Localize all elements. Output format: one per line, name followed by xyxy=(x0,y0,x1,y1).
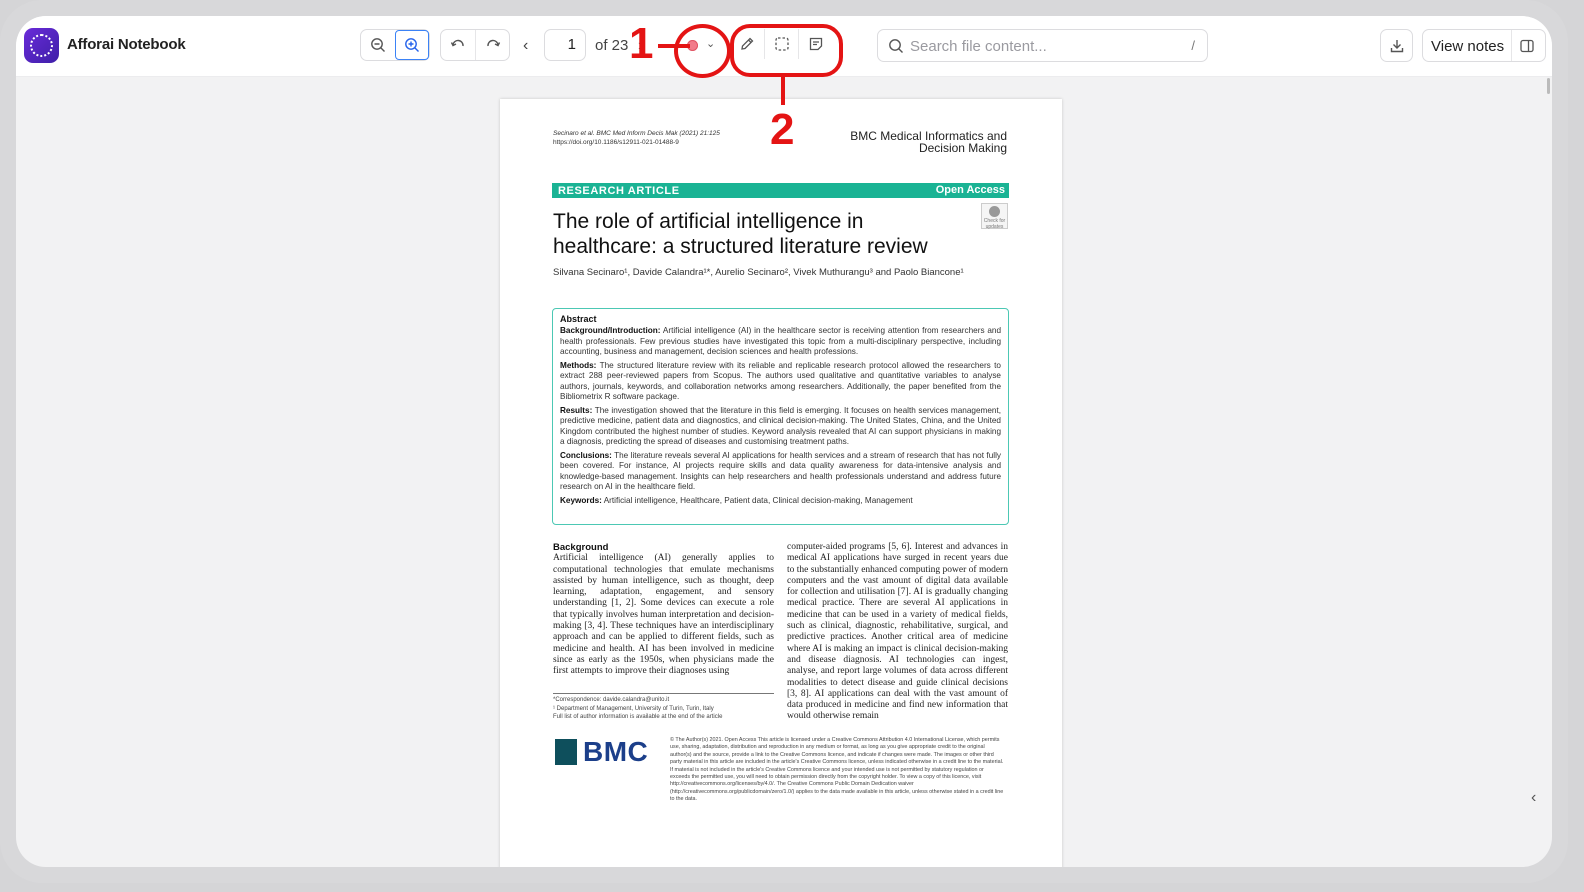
search-placeholder: Search file content... xyxy=(910,38,1047,55)
bmc-logo: BMC xyxy=(555,736,648,768)
check-updates-label: Check for updates xyxy=(983,218,1006,230)
check-updates-badge: Check for updates xyxy=(981,203,1008,230)
download-icon xyxy=(1390,39,1403,52)
paper-doi: https://doi.org/10.1186/s12911-021-01488… xyxy=(553,139,679,146)
abstract-box: Abstract Background/Introduction: Artifi… xyxy=(552,308,1009,525)
abstract-section: Conclusions: The literature reveals seve… xyxy=(560,451,1001,493)
annotation-box-2 xyxy=(730,24,843,77)
redo-icon xyxy=(486,39,500,47)
paper-journal: BMC Medical Informatics and Decision Mak… xyxy=(850,129,1007,155)
abstract-label: Keywords: xyxy=(560,495,602,505)
abstract-text: Artificial intelligence, Healthcare, Pat… xyxy=(603,495,913,505)
download-button[interactable] xyxy=(1380,29,1413,62)
abstract-label: Methods: xyxy=(560,360,597,370)
paper-authors: Silvana Secinaro¹, Davide Calandra¹*, Au… xyxy=(553,267,964,278)
view-notes-button[interactable]: View notes xyxy=(1422,29,1546,62)
annotation-circle-1 xyxy=(674,24,731,78)
annotation-line-1 xyxy=(658,44,690,48)
abstract-heading: Abstract xyxy=(560,314,597,324)
annotation-label-2: 2 xyxy=(770,105,795,154)
article-type-band: RESEARCH ARTICLE Open Access xyxy=(552,183,1009,198)
search-field[interactable]: Search file content... / xyxy=(877,29,1208,62)
device-frame: Afforai Notebook ‹ 1 of 23 › ⌄ Search fi… xyxy=(0,0,1568,883)
footnote: ¹ Department of Management, University o… xyxy=(553,705,714,712)
check-updates-icon xyxy=(989,206,1000,217)
zoom-controls xyxy=(360,29,430,61)
footnote: Full list of author information is avail… xyxy=(553,714,723,721)
app-window: Afforai Notebook ‹ 1 of 23 › ⌄ Search fi… xyxy=(16,16,1552,867)
chevron-left-icon[interactable]: ‹ xyxy=(1531,789,1536,807)
chevron-left-icon[interactable]: ‹ xyxy=(523,37,528,55)
article-type: RESEARCH ARTICLE xyxy=(558,185,680,197)
background-heading: Background xyxy=(553,542,609,553)
search-icon xyxy=(889,39,903,53)
body-text-left: Artificial intelligence (AI) generally a… xyxy=(553,553,774,677)
footnotes: *Correspondence: davide.calandra@unito.i… xyxy=(553,696,778,722)
undo-icon xyxy=(450,39,464,47)
zoom-in-button[interactable] xyxy=(395,30,429,60)
body-column-left: Background Artificial intelligence (AI) … xyxy=(553,542,774,678)
abstract-label: Conclusions: xyxy=(560,450,612,460)
license-text: © The Author(s) 2021. Open Access This a… xyxy=(670,737,1004,803)
abstract-label: Results: xyxy=(560,405,593,415)
abstract-text: The investigation showed that the litera… xyxy=(560,405,1001,447)
bmc-logo-icon xyxy=(555,739,577,765)
annotation-line-2 xyxy=(781,73,785,105)
search-shortcut-hint: / xyxy=(1191,38,1195,53)
abstract-section: Results: The investigation showed that t… xyxy=(560,406,1001,448)
abstract-section: Methods: The structured literature revie… xyxy=(560,361,1001,403)
abstract-text: The literature reveals several AI applic… xyxy=(560,450,1001,492)
view-notes-label: View notes xyxy=(1431,38,1505,55)
paper-citation: Secinaro et al. BMC Med Inform Decis Mak… xyxy=(553,130,720,137)
divider xyxy=(1511,30,1512,61)
app-logo[interactable] xyxy=(24,28,59,63)
logo-ring-icon xyxy=(30,34,53,57)
abstract-section: Background/Introduction: Artificial inte… xyxy=(560,326,1001,358)
body-text-right: computer-aided programs [5, 6]. Interest… xyxy=(787,542,1008,722)
redo-button[interactable] xyxy=(475,30,509,60)
annotation-label-1: 1 xyxy=(629,19,654,68)
access-type: Open Access xyxy=(935,184,1005,196)
footnote: *Correspondence: davide.calandra@unito.i… xyxy=(553,697,670,703)
pdf-page: Secinaro et al. BMC Med Inform Decis Mak… xyxy=(500,99,1062,867)
zoom-out-icon xyxy=(371,38,385,52)
abstract-label: Background/Introduction: xyxy=(560,326,661,335)
page-count: of 23 xyxy=(595,37,629,54)
zoom-in-icon xyxy=(405,38,419,52)
page-number-input[interactable]: 1 xyxy=(544,29,586,61)
history-controls xyxy=(440,29,510,61)
footnote-divider xyxy=(553,693,774,694)
abstract-section: Keywords: Artificial intelligence, Healt… xyxy=(560,496,1001,507)
paper-title: The role of artificial intelligence in h… xyxy=(553,210,928,258)
app-title: Afforai Notebook xyxy=(67,36,186,53)
bmc-logo-text: BMC xyxy=(583,736,649,767)
undo-button[interactable] xyxy=(441,30,475,60)
abstract-text: The structured literature review with it… xyxy=(560,360,1001,402)
body-column-right: computer-aided programs [5, 6]. Interest… xyxy=(787,542,1008,723)
sidebar-panel-icon[interactable] xyxy=(1519,38,1535,54)
vertical-scrollbar[interactable] xyxy=(1547,78,1550,94)
zoom-out-button[interactable] xyxy=(361,30,395,60)
